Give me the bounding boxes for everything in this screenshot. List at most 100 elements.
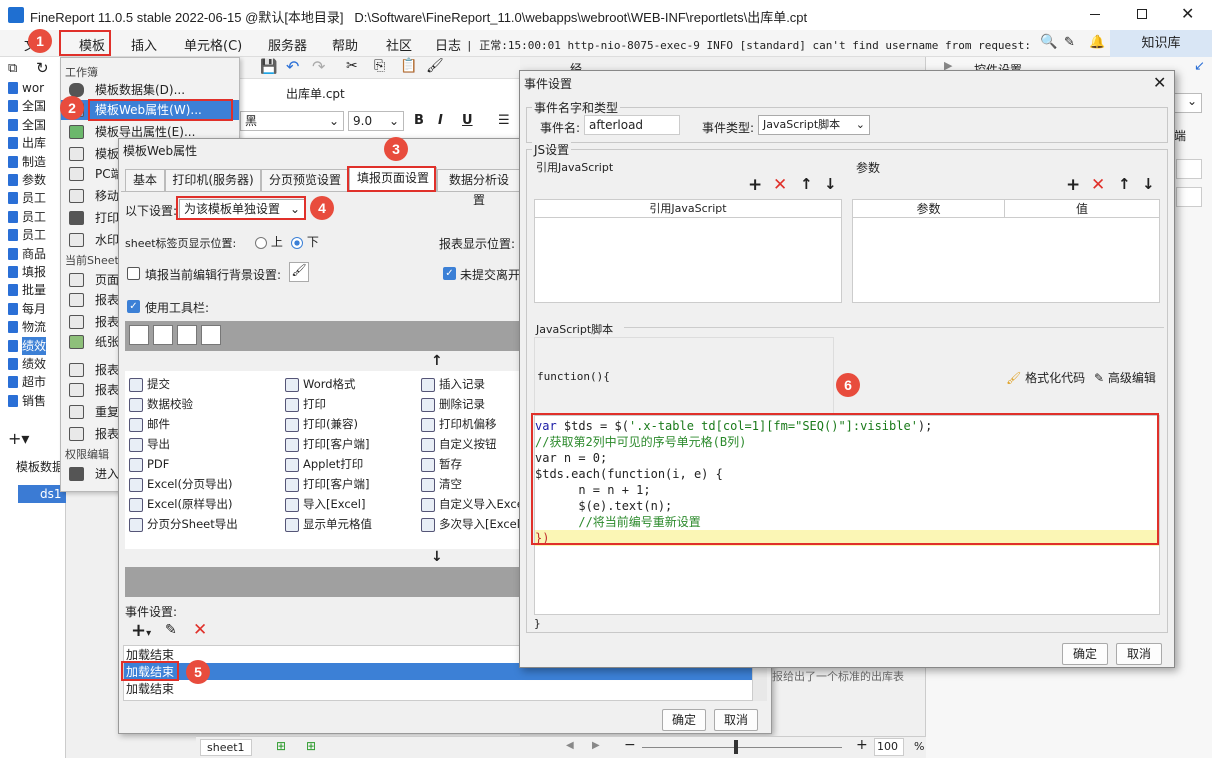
cut-icon[interactable]: ✂	[346, 58, 358, 74]
bold-button[interactable]: B	[414, 113, 424, 128]
tree-item[interactable]: 员工	[7, 208, 46, 226]
edit-icon[interactable]: ✎	[1064, 35, 1075, 50]
menu-help[interactable]: 帮助	[332, 35, 358, 54]
menu-server[interactable]: 服务器	[268, 35, 307, 54]
menu-insert[interactable]: 插入	[131, 35, 157, 54]
toolbar-option[interactable]: 数据校验	[129, 395, 279, 414]
toolbar-option[interactable]: 多次导入[Excel]	[421, 515, 525, 534]
tree-item[interactable]: 制造	[7, 153, 46, 171]
tree-item[interactable]: 全国	[7, 97, 46, 115]
delete-param-icon[interactable]: ✕	[1091, 175, 1105, 195]
close-window-button[interactable]: ✕	[1181, 4, 1194, 23]
radio-bottom[interactable]: 下	[291, 233, 319, 250]
toolbar-option[interactable]: 显示单元格值	[285, 515, 435, 534]
tree-item[interactable]: 销售	[7, 392, 46, 410]
scroll-right-icon[interactable]: ▶	[592, 740, 600, 751]
font-select[interactable]: 黑 ⌄	[240, 111, 344, 131]
knowledge-base-button[interactable]: 知识库	[1110, 30, 1212, 57]
sheet-tab[interactable]: sheet1	[200, 739, 252, 756]
event-list-item[interactable]: 加载结束	[126, 680, 174, 697]
toolbar-option[interactable]: 插入记录	[421, 375, 525, 394]
toolbar-option[interactable]: 打印[客户端]	[285, 435, 435, 454]
advanced-edit-button[interactable]: ✎ 高级编辑	[1094, 369, 1156, 386]
copy-icon[interactable]: ⎘	[374, 58, 385, 74]
toolbar-option[interactable]: 分页分Sheet导出	[129, 515, 279, 534]
toolbar-option[interactable]: 邮件	[129, 415, 279, 434]
save-icon[interactable]: 💾	[260, 59, 277, 75]
tree-item[interactable]: 商品	[7, 245, 46, 263]
toolbar-checkbox[interactable]: ✓	[127, 299, 140, 313]
zoom-input[interactable]: 100	[874, 738, 904, 756]
event-name-input[interactable]: afterload	[584, 115, 680, 135]
add-form-icon[interactable]: ⊞	[306, 739, 316, 753]
toolbar-option[interactable]: Excel(原样导出)	[129, 495, 279, 514]
toolbar-preview-export-icon[interactable]	[201, 325, 221, 345]
tree-item[interactable]: 绩效	[7, 355, 46, 373]
redo-icon[interactable]: ↷	[312, 57, 325, 76]
tree-item[interactable]: 员工	[7, 226, 46, 244]
tab-data-analysis[interactable]: 数据分析设置	[437, 169, 521, 207]
bell-icon[interactable]: 🔔	[1089, 35, 1105, 50]
tree-item[interactable]: 物流	[7, 318, 46, 336]
move-up-arrow-icon[interactable]: ↑	[431, 353, 443, 369]
radio-top[interactable]: 上	[255, 233, 283, 250]
format-brush-icon[interactable]: 🖌	[426, 58, 444, 74]
ev-close-icon[interactable]: ✕	[1153, 73, 1166, 92]
font-size-select[interactable]: 9.0 ⌄	[348, 111, 404, 131]
tree-item[interactable]: 批量	[7, 281, 46, 299]
toolbar-option[interactable]: 自定义导入Excel	[421, 495, 525, 514]
event-type-select[interactable]: JavaScript脚本 ⌄	[758, 115, 870, 135]
add-ref-js-icon[interactable]: +	[748, 175, 762, 195]
ev-cancel-button[interactable]: 取消	[1116, 643, 1162, 665]
add-param-icon[interactable]: +	[1066, 175, 1080, 195]
toolbar-option[interactable]: Word格式	[285, 375, 435, 394]
move-down-arrow-icon[interactable]: ↓	[431, 549, 443, 565]
menu-item-datasets[interactable]: 模板数据集(D)...	[61, 80, 239, 100]
add-dataset-button[interactable]: +▾	[8, 429, 29, 448]
toolbar-option[interactable]: Applet打印	[285, 455, 435, 474]
maximize-button[interactable]	[1137, 9, 1147, 19]
refresh-icon[interactable]: ↻	[36, 59, 49, 77]
delete-ref-js-icon[interactable]: ✕	[773, 175, 787, 195]
ev-ok-button[interactable]: 确定	[1062, 643, 1108, 665]
italic-button[interactable]: I	[438, 113, 443, 128]
up-param-icon[interactable]: ↑	[1118, 175, 1131, 193]
toolbar-option[interactable]: 打印机偏移	[421, 415, 525, 434]
zoom-slider-handle[interactable]	[734, 740, 738, 754]
tree-item[interactable]: 出库	[7, 134, 46, 152]
align-left-icon[interactable]: ☰	[498, 113, 510, 128]
toolbar-preview-save-icon[interactable]	[129, 325, 149, 345]
toolbar-option[interactable]: 导出	[129, 435, 279, 454]
edit-event-icon[interactable]: ✎	[165, 622, 177, 638]
undo-icon[interactable]: ↶	[286, 57, 299, 76]
right-panel-tab[interactable]: 端	[1174, 127, 1186, 144]
web-cancel-button[interactable]: 取消	[714, 709, 758, 731]
new-folder-icon[interactable]: ⧉	[8, 61, 17, 76]
pin-icon[interactable]: ↙	[1194, 59, 1205, 74]
down-ref-js-icon[interactable]: ↓	[824, 175, 837, 193]
toolbar-option[interactable]: 打印(兼容)	[285, 415, 435, 434]
right-panel-field[interactable]	[1176, 187, 1202, 207]
tree-item[interactable]: wor	[7, 79, 44, 97]
menu-cell[interactable]: 单元格(C)	[184, 35, 242, 54]
tree-item[interactable]: 参数	[7, 171, 46, 189]
tab-paging-preview[interactable]: 分页预览设置	[261, 169, 349, 191]
scroll-left-icon[interactable]: ◀	[566, 740, 574, 751]
tab-basic[interactable]: 基本	[125, 169, 165, 191]
add-event-button[interactable]: +▾	[131, 620, 151, 641]
toolbar-option[interactable]: PDF	[129, 455, 279, 474]
toolbar-option[interactable]: 自定义按钮	[421, 435, 525, 454]
toolbar-option[interactable]: 打印	[285, 395, 435, 414]
unsubmitted-checkbox[interactable]: ✓	[443, 266, 456, 280]
tree-item[interactable]: 绩效	[7, 336, 47, 355]
minimize-button[interactable]	[1090, 14, 1100, 15]
file-tab[interactable]: 出库单.cpt	[262, 83, 382, 105]
dataset-item[interactable]: ds1	[18, 485, 66, 503]
tree-item[interactable]: 填报	[7, 263, 46, 281]
down-param-icon[interactable]: ↓	[1142, 175, 1155, 193]
tree-item[interactable]: 员工	[7, 189, 46, 207]
underline-button[interactable]: U	[462, 113, 473, 128]
menu-community[interactable]: 社区	[386, 35, 412, 54]
zoom-in-icon[interactable]: +	[856, 737, 868, 753]
paste-icon[interactable]: 📋	[400, 58, 417, 74]
